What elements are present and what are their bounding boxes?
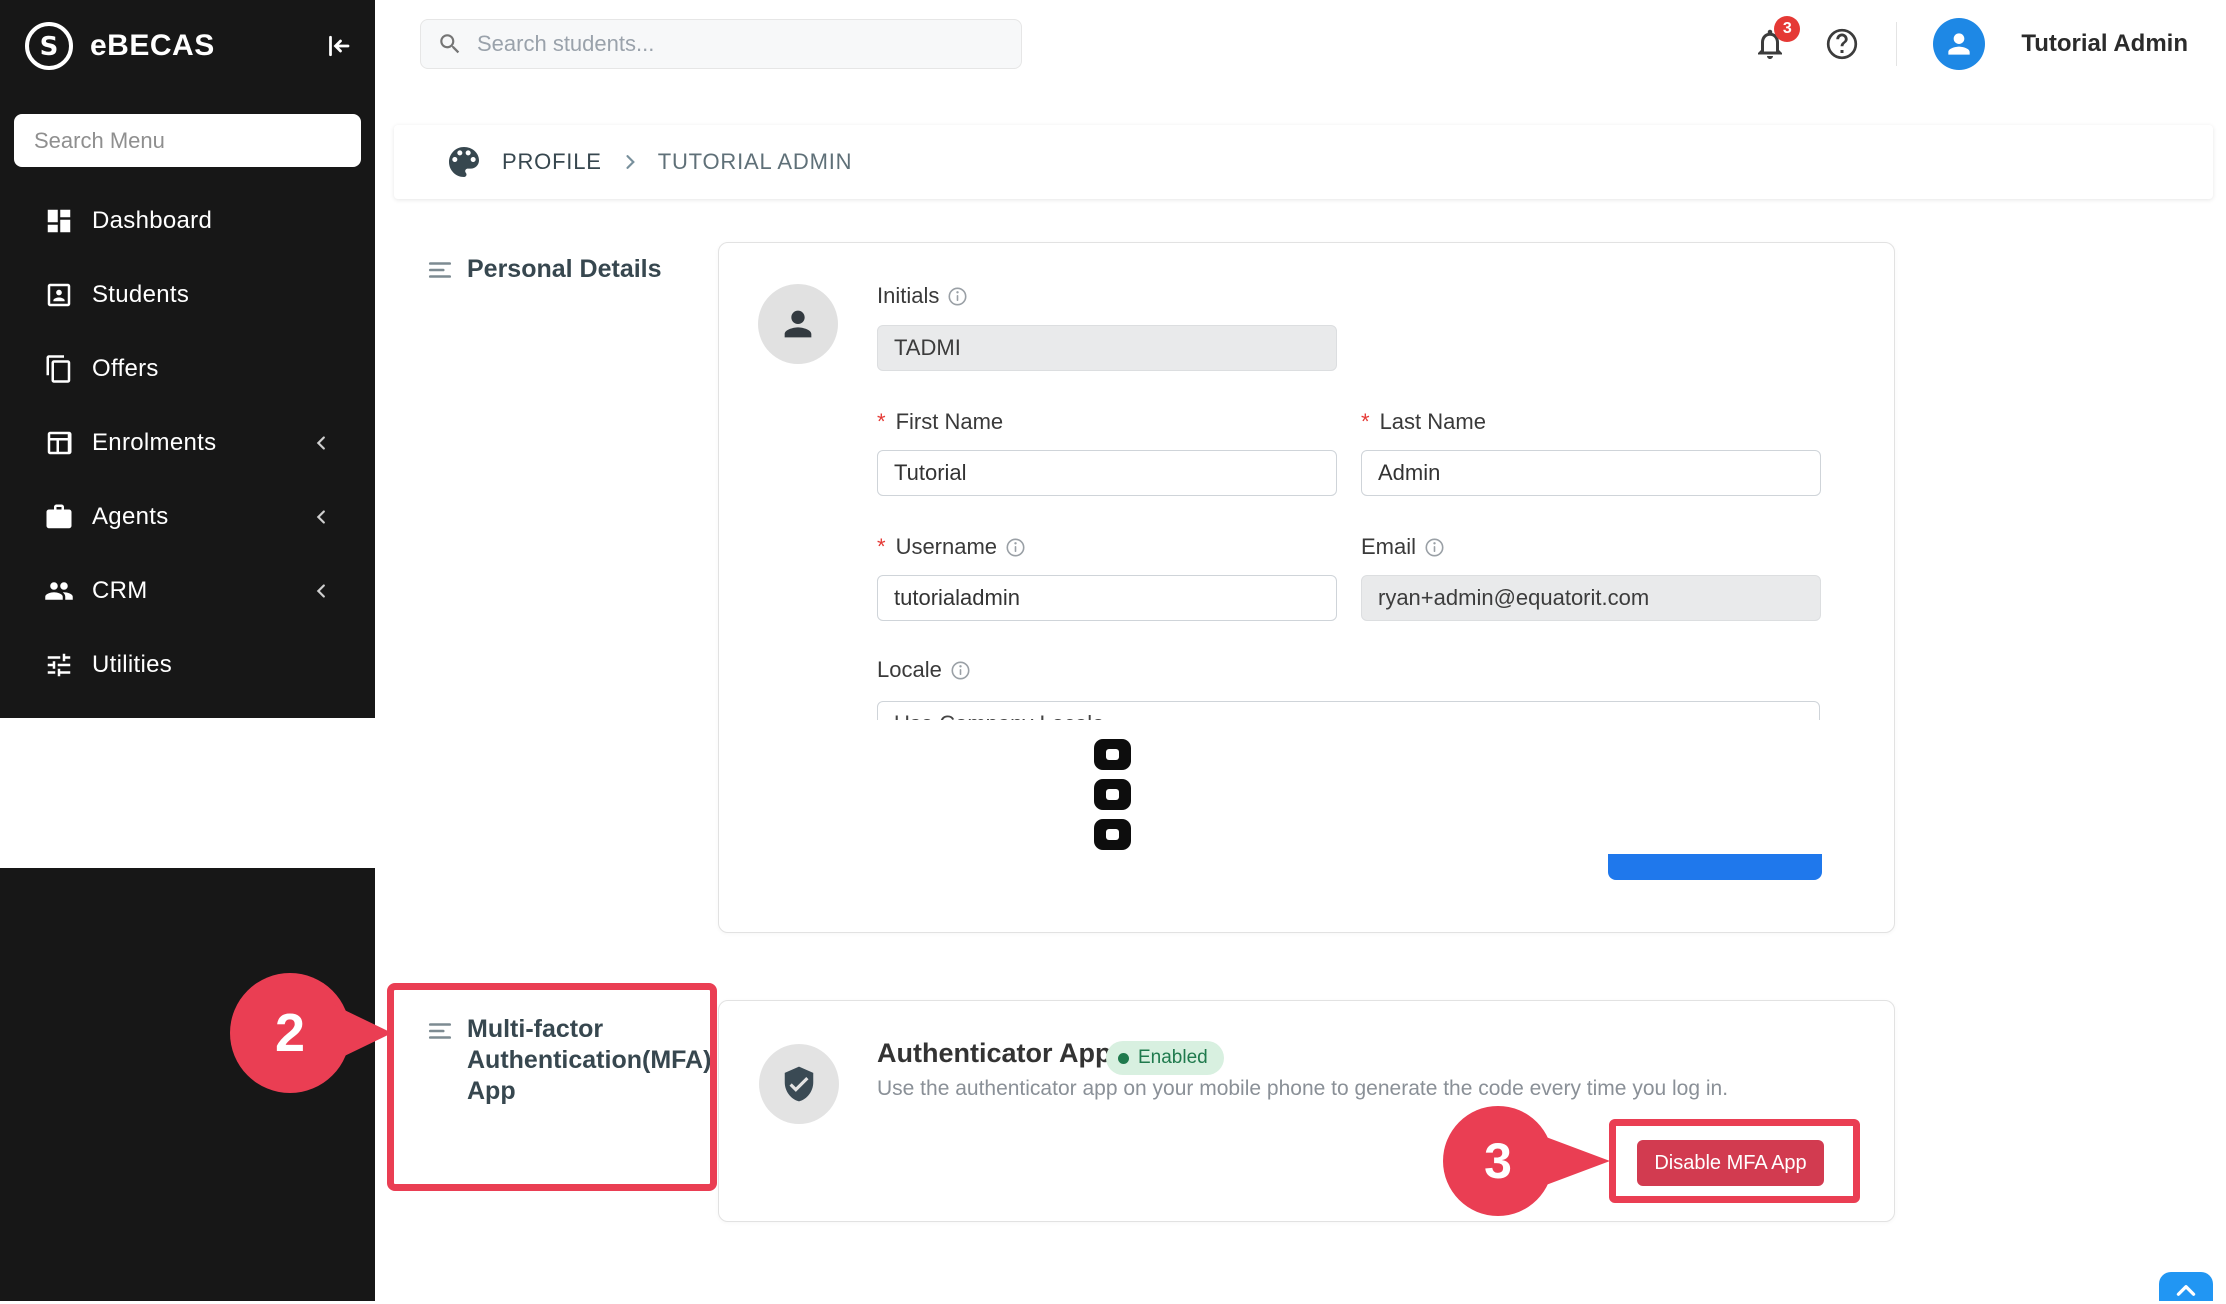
svg-text:S: S [40,32,59,62]
crm-icon [44,576,74,606]
user-avatar[interactable] [1933,18,1985,70]
info-icon[interactable] [951,661,970,680]
username-input[interactable] [877,575,1337,621]
mfa-card: Authenticator App Enabled Use the authen… [718,1000,1895,1222]
sidebar-item-label: Utilities [92,651,172,679]
chevron-down-icon [1783,714,1803,720]
brand-name: eBECAS [90,29,215,63]
section-title: Multi-factor Authentication(MFA) App [467,1014,711,1107]
screenshot-truncation-dots [1094,739,1131,850]
sidebar-item-enrolments[interactable]: Enrolments [0,406,375,480]
sidebar-nav: Dashboard Students Offers Enrolments Age… [0,184,375,702]
mfa-description: Use the authenticator app on your mobile… [877,1077,1728,1101]
palette-icon [444,142,484,182]
truncation-dot [1094,739,1131,770]
sidebar-item-students[interactable]: Students [0,258,375,332]
person-icon [1943,28,1975,60]
sidebar-item-agents[interactable]: Agents [0,480,375,554]
disable-mfa-button[interactable]: Disable MFA App [1637,1140,1824,1186]
first-name-label: *First Name [877,409,1003,435]
sidebar-item-utilities[interactable]: Utilities [0,628,375,702]
dashboard-icon [44,206,74,236]
chevron-left-icon [311,432,353,454]
annotation-balloon-tail [332,1004,392,1062]
sidebar: S eBECAS Dashboard Students Offers Enrol… [0,0,375,718]
info-icon[interactable] [948,287,967,306]
search-input[interactable] [475,30,1005,58]
student-search-box[interactable] [420,19,1022,69]
truncation-dot [1094,819,1131,850]
username-label: *Username [877,534,1025,560]
email-label: Email [1361,534,1444,560]
initials-label: Initials [877,283,967,309]
status-text: Enabled [1138,1047,1208,1069]
notifications-button[interactable]: 3 [1752,26,1788,62]
sidebar-item-crm[interactable]: CRM [0,554,375,628]
offers-icon [44,354,74,384]
topbar-divider [1896,22,1897,66]
list-icon [427,1018,453,1044]
personal-details-section-label: Personal Details [427,254,662,285]
list-icon [427,257,453,283]
chevron-left-icon [311,506,353,528]
last-name-input[interactable] [1361,450,1821,496]
truncation-dot [1094,779,1131,810]
sidebar-collapse-button[interactable] [323,31,353,61]
chevron-up-icon [2173,1278,2199,1304]
locale-select-clipped: Use Company Locale [877,701,1820,720]
sidebar-item-label: Dashboard [92,207,212,235]
students-icon [44,280,74,310]
scroll-to-top-widget[interactable] [2159,1272,2213,1301]
brand-logo-icon: S [22,19,76,73]
locale-select[interactable]: Use Company Locale [877,701,1820,720]
status-dot-icon [1118,1053,1129,1064]
sidebar-header: S eBECAS [0,0,375,92]
sidebar-item-label: Students [92,281,189,309]
notification-badge: 3 [1774,16,1800,42]
email-input[interactable] [1361,575,1821,621]
sidebar-item-offers[interactable]: Offers [0,332,375,406]
first-name-input[interactable] [877,450,1337,496]
agents-icon [44,502,74,532]
mfa-status-badge: Enabled [1106,1041,1224,1075]
utilities-icon [44,650,74,680]
shield-badge [759,1044,839,1124]
initials-input[interactable] [877,325,1337,371]
sidebar-search-box[interactable] [14,114,361,167]
sidebar-item-label: CRM [92,577,148,605]
chevron-right-icon [620,152,640,172]
locale-value: Use Company Locale [894,711,1104,720]
search-icon [437,31,463,57]
mfa-card-title: Authenticator App [877,1038,1111,1069]
breadcrumb-current: TUTORIAL ADMIN [658,149,853,175]
profile-avatar [758,284,838,364]
annotation-balloon-tail [1538,1134,1610,1188]
sidebar-item-label: Agents [92,503,169,531]
topbar: 3 Tutorial Admin [375,0,2226,88]
help-icon [1824,26,1860,62]
person-icon [778,304,818,344]
chevron-left-icon [311,580,353,602]
user-name[interactable]: Tutorial Admin [2021,30,2188,58]
info-icon[interactable] [1006,538,1025,557]
menu-search-input[interactable] [14,114,361,167]
info-icon[interactable] [1425,538,1444,557]
sidebar-item-dashboard[interactable]: Dashboard [0,184,375,258]
help-button[interactable] [1824,26,1860,62]
locale-label: Locale [877,657,970,683]
breadcrumb: PROFILE TUTORIAL ADMIN [394,125,2213,199]
sidebar-item-label: Offers [92,355,159,383]
shield-icon [780,1065,818,1103]
section-title: Personal Details [467,254,662,285]
enrolments-icon [44,428,74,458]
personal-details-card: Initials *First Name *Last Name *Usernam… [718,242,1895,933]
breadcrumb-profile[interactable]: PROFILE [502,149,602,175]
update-details-button-partial[interactable] [1608,854,1822,880]
annotation-balloon-step3: 3 [1443,1106,1553,1216]
sidebar-item-label: Enrolments [92,429,216,457]
mfa-section-label: Multi-factor Authentication(MFA) App [427,1014,707,1107]
last-name-label: *Last Name [1361,409,1486,435]
